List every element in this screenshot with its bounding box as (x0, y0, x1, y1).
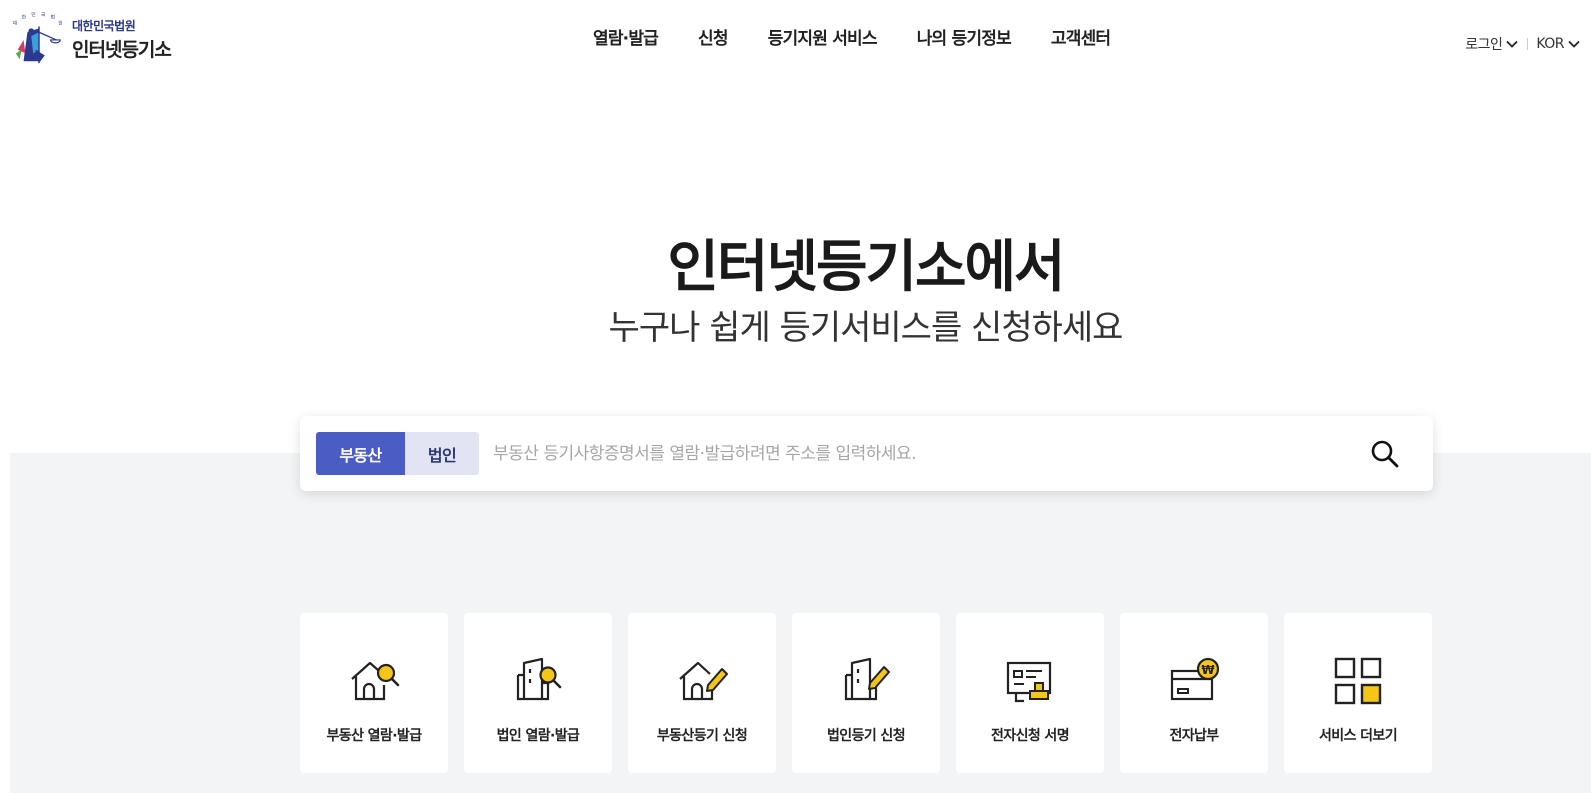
house-search-icon (351, 661, 400, 701)
service-label: 서비스 더보기 (1319, 728, 1398, 744)
search-type-toggle: 부동산 법인 (316, 432, 479, 475)
nav-apply[interactable]: 신청 (698, 24, 728, 49)
hero-title: 인터넷등기소에서 (667, 235, 1065, 300)
language-dropdown[interactable]: KOR (1536, 36, 1581, 52)
service-label: 부동산등기 신청 (656, 728, 748, 744)
svg-text:₩: ₩ (1201, 663, 1215, 677)
svg-text:민: 민 (31, 11, 35, 18)
search-icon[interactable] (1369, 438, 1401, 470)
global-nav: 열람·발급 신청 등기지원 서비스 나의 등기정보 고객센터 (593, 24, 1111, 49)
logo-subtitle: 대한민국법원 (72, 18, 136, 33)
search-input[interactable] (493, 434, 1323, 474)
building-search-icon (516, 657, 562, 701)
svg-text:법: 법 (51, 14, 55, 21)
service-card-corp-view[interactable]: 법인 열람·발급 (464, 613, 612, 773)
nav-view-issue[interactable]: 열람·발급 (593, 24, 659, 49)
hero-subtitle: 누구나 쉽게 등기서비스를 신청하세요 (608, 308, 1124, 348)
tab-corporation[interactable]: 법인 (405, 432, 479, 475)
svg-text:한: 한 (22, 15, 27, 21)
logo-title: 인터넷등기소 (72, 38, 172, 61)
login-label: 로그인 (1465, 37, 1503, 53)
utility-menu: 로그인 KOR (1465, 34, 1581, 54)
service-card-e-sign[interactable]: 전자신청 서명 (956, 613, 1104, 773)
language-label: KOR (1536, 36, 1564, 52)
nav-support-service[interactable]: 등기지원 서비스 (768, 24, 878, 49)
court-emblem-icon: 대한민 국법원 (13, 11, 63, 64)
nav-my-registry-info[interactable]: 나의 등기정보 (917, 24, 1012, 49)
svg-text:원: 원 (58, 20, 62, 27)
service-card-e-payment[interactable]: ₩ 전자납부 (1120, 613, 1268, 773)
e-sign-icon (1006, 661, 1052, 703)
house-pen-icon (679, 661, 728, 701)
service-label: 전자신청 서명 (991, 728, 1070, 744)
nav-customer-center[interactable]: 고객센터 (1051, 24, 1111, 49)
service-label: 부동산 열람·발급 (326, 728, 423, 744)
divider (1527, 38, 1529, 50)
grid-more-icon (1334, 657, 1382, 705)
service-label: 전자납부 (1169, 728, 1219, 744)
chevron-down-icon (1568, 40, 1580, 48)
service-label: 법인등기 신청 (827, 728, 906, 744)
service-label: 법인 열람·발급 (496, 728, 580, 744)
service-card-real-estate-apply[interactable]: 부동산등기 신청 (628, 613, 776, 773)
tab-real-estate[interactable]: 부동산 (316, 432, 405, 475)
site-logo[interactable]: 대한민국법원 대한민국법원 인터넷등기소 (10, 10, 190, 68)
login-dropdown[interactable]: 로그인 (1465, 34, 1519, 54)
service-cards: 부동산 열람·발급 법인 열람·발급 부동산등기 신청 법인등기 신청 전자신청… (300, 613, 1432, 773)
building-pen-icon (844, 657, 890, 701)
search-box: 부동산 법인 (300, 416, 1433, 491)
page: 대한민국법원 대한민국법원 인터넷등기소 열람·발급 신청 등기지원 서비스 나… (0, 0, 1591, 793)
service-card-real-estate-view[interactable]: 부동산 열람·발급 (300, 613, 448, 773)
chevron-down-icon (1506, 40, 1518, 48)
service-card-corp-apply[interactable]: 법인등기 신청 (792, 613, 940, 773)
service-card-more[interactable]: 서비스 더보기 (1284, 613, 1432, 773)
svg-text:대: 대 (13, 20, 17, 27)
e-payment-icon: ₩ (1170, 657, 1220, 701)
svg-text:국: 국 (41, 12, 46, 18)
